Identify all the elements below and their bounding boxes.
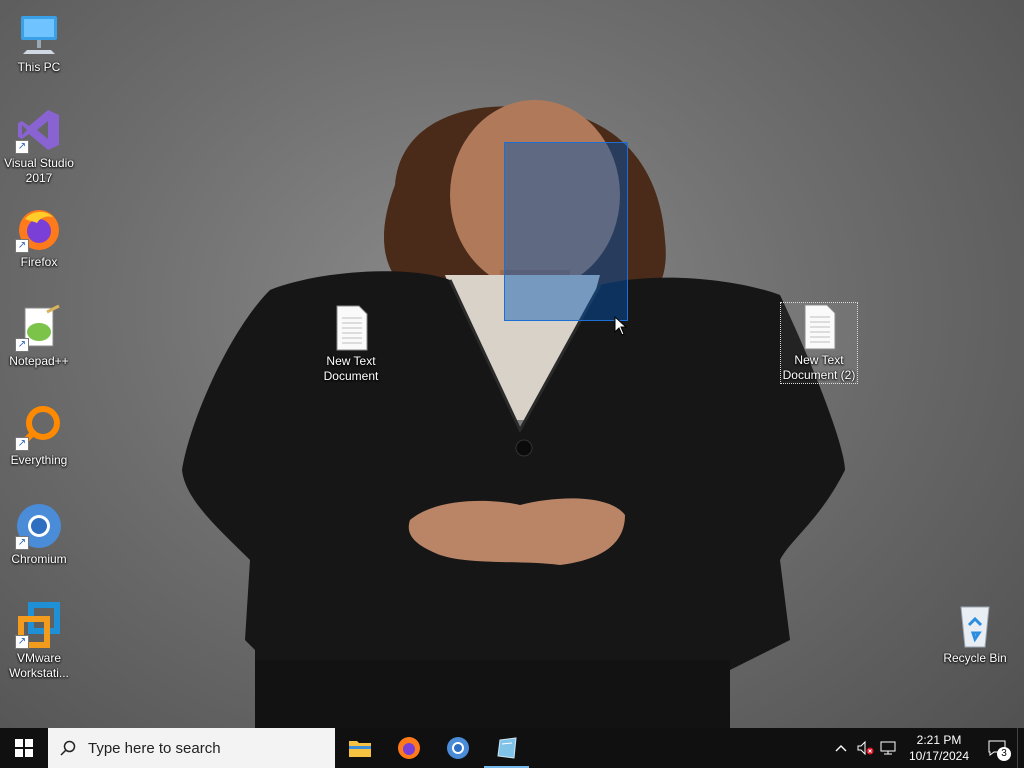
windows-logo-icon (15, 739, 33, 757)
notification-count-badge: 3 (997, 747, 1011, 761)
everything-search-icon: ↗ (15, 403, 63, 451)
volume-button[interactable] (853, 740, 877, 756)
firefox-icon: ↗ (15, 205, 63, 253)
desktop-icon-label: VMware Workstati... (9, 651, 69, 680)
taskbar: Type here to search 2:21 PM 10/17/2024 3 (0, 728, 1024, 768)
desktop-icon-label: Chromium (11, 552, 67, 566)
wallpaper-image (182, 100, 845, 728)
desktop-icon-recycle-bin[interactable]: Recycle Bin (937, 601, 1013, 666)
clock-date: 10/17/2024 (908, 749, 970, 763)
file-explorer-icon (348, 741, 371, 757)
desktop-icon-vmware[interactable]: ↗ VMware Workstati... (1, 601, 77, 681)
show-desktop-button[interactable] (1017, 728, 1024, 768)
network-button[interactable] (877, 740, 901, 756)
shortcut-arrow-icon: ↗ (15, 140, 29, 154)
desktop-icon-everything[interactable]: ↗ Everything (1, 403, 77, 468)
action-center-button[interactable]: 3 (977, 728, 1017, 768)
notepad-plus-plus-icon: ↗ (15, 304, 63, 352)
chromium-icon (446, 737, 469, 759)
desktop-icon-this-pc[interactable]: This PC (1, 10, 77, 75)
vmware-icon: ↗ (15, 601, 63, 649)
taskbar-firefox[interactable] (384, 728, 433, 768)
desktop-icon-firefox[interactable]: ↗ Firefox (1, 205, 77, 270)
desktop-icon-label: Visual Studio 2017 (4, 156, 74, 185)
desktop-file-new-text-document-2[interactable]: New Text Document (2) (780, 302, 858, 384)
taskbar-clock[interactable]: 2:21 PM 10/17/2024 (901, 732, 977, 764)
shortcut-arrow-icon: ↗ (15, 338, 29, 352)
network-icon (880, 741, 896, 755)
taskbar-file-explorer[interactable] (335, 728, 384, 768)
desktop-icon-notepad-plus-plus[interactable]: ↗ Notepad++ (1, 304, 77, 369)
search-icon (60, 740, 76, 756)
shortcut-arrow-icon: ↗ (15, 536, 29, 550)
app-icon (496, 737, 517, 759)
recycle-bin-icon (951, 601, 999, 649)
clock-time: 2:21 PM (916, 733, 962, 747)
chevron-up-icon (835, 745, 847, 752)
start-button[interactable] (0, 728, 48, 768)
desktop-icon-label: Everything (10, 453, 68, 467)
volume-muted-icon (857, 740, 874, 756)
taskbar-search-box[interactable]: Type here to search (48, 728, 335, 768)
desktop-icon-label: Firefox (20, 255, 58, 269)
show-hidden-icons-button[interactable] (829, 744, 853, 752)
text-document-icon (795, 303, 843, 351)
desktop-file-new-text-document[interactable]: New Text Document (313, 304, 389, 384)
firefox-icon (397, 737, 420, 759)
taskbar-active-app[interactable] (482, 728, 531, 768)
desktop-icon-label: New Text Document (323, 354, 379, 383)
desktop-icon-label: Recycle Bin (943, 651, 1007, 665)
desktop-icon-label: This PC (17, 60, 61, 74)
drag-selection-rectangle (504, 142, 628, 321)
taskbar-chromium[interactable] (433, 728, 482, 768)
shortcut-arrow-icon: ↗ (15, 239, 29, 253)
chromium-icon: ↗ (15, 502, 63, 550)
shortcut-arrow-icon: ↗ (15, 437, 29, 451)
shortcut-arrow-icon: ↗ (15, 635, 29, 649)
desktop-icon-visual-studio[interactable]: ↗ Visual Studio 2017 (1, 106, 77, 186)
desktop-icon-label: New Text Document (2) (782, 353, 856, 382)
search-placeholder: Type here to search (88, 739, 221, 757)
system-tray: 2:21 PM 10/17/2024 3 (829, 728, 1024, 768)
this-pc-icon (15, 10, 63, 58)
text-document-icon (327, 304, 375, 352)
mouse-cursor-icon (614, 316, 628, 336)
visual-studio-icon: ↗ (15, 106, 63, 154)
desktop-icon-chromium[interactable]: ↗ Chromium (1, 502, 77, 567)
desktop-icon-label: Notepad++ (9, 354, 69, 368)
